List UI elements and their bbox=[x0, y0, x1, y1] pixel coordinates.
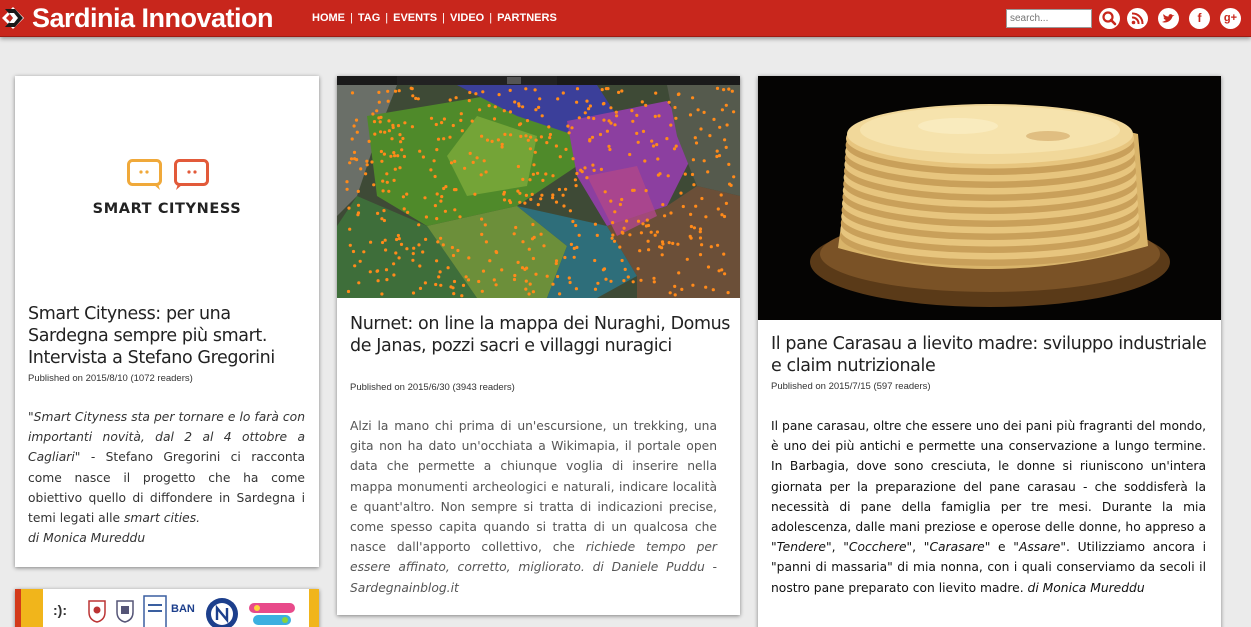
rss-icon[interactable] bbox=[1127, 8, 1148, 29]
smart-cityness-logo-text: SMART CITYNESS bbox=[92, 201, 242, 217]
partner-logo-book-icon[interactable] bbox=[143, 595, 167, 627]
partner-logo-crest-icon[interactable] bbox=[87, 599, 107, 623]
site-title[interactable]: Sardinia Innovation bbox=[32, 3, 274, 34]
banner-stripe bbox=[21, 589, 43, 627]
excerpt-text: Alzi la mano chi prima di un'escursione,… bbox=[350, 419, 717, 555]
facebook-icon[interactable]: f bbox=[1189, 8, 1210, 29]
nav-home[interactable]: HOME bbox=[312, 12, 345, 24]
google-plus-icon[interactable]: g+ bbox=[1220, 8, 1241, 29]
nuraghi-map-image[interactable] bbox=[337, 76, 740, 298]
banner-stripe bbox=[309, 589, 319, 627]
term-cocchere: Cocchere bbox=[848, 540, 907, 555]
partner-logo-smile[interactable]: :): bbox=[53, 597, 67, 627]
article-title[interactable]: Nurnet: on line la mappa dei Nuraghi, Do… bbox=[350, 313, 730, 357]
excerpt-emphasis: smart cities. bbox=[124, 511, 201, 526]
search-icon[interactable] bbox=[1099, 8, 1120, 29]
article-card-nurnet[interactable]: Nurnet: on line la mappa dei Nuraghi, Do… bbox=[337, 76, 740, 615]
main-nav: HOME | TAG | EVENTS | VIDEO | PARTNERS bbox=[312, 12, 557, 24]
logo-icon[interactable] bbox=[2, 7, 24, 29]
smart-cityness-logo-icon bbox=[127, 159, 209, 190]
top-navigation-bar: Sardinia Innovation HOME | TAG | EVENTS | V… bbox=[0, 0, 1251, 37]
search-input[interactable] bbox=[1006, 9, 1092, 28]
body-text: Il pane carasau, oltre che essere uno de… bbox=[771, 419, 1206, 555]
partner-logo-ban[interactable]: BAN bbox=[171, 603, 195, 627]
nav-video[interactable]: VIDEO bbox=[450, 12, 484, 24]
article-author: di Monica Mureddu bbox=[28, 531, 146, 546]
article-title[interactable]: Il pane Carasau a lievito madre: svilupp… bbox=[771, 333, 1211, 377]
partner-logo-circle-icon[interactable] bbox=[205, 597, 239, 627]
nav-tag[interactable]: TAG bbox=[358, 12, 380, 24]
article-author: di Monica Mureddu bbox=[1027, 580, 1145, 595]
term-carasare: Carasare bbox=[929, 540, 985, 555]
article-excerpt: Alzi la mano chi prima di un'escursione,… bbox=[350, 416, 717, 598]
article-body: Il pane carasau, oltre che essere uno de… bbox=[771, 419, 1206, 595]
article-card-pane-carasau[interactable]: Il pane Carasau a lievito madre: svilupp… bbox=[758, 76, 1221, 627]
twitter-icon[interactable] bbox=[1158, 8, 1179, 29]
article-meta: Published on 2015/6/30 (3943 readers) bbox=[350, 382, 515, 393]
article-meta: Published on 2015/8/10 (1072 readers) bbox=[28, 373, 193, 384]
nav-partners[interactable]: PARTNERS bbox=[497, 12, 557, 24]
article-meta: Published on 2015/7/15 (597 readers) bbox=[771, 381, 931, 392]
carasau-bread-image[interactable] bbox=[758, 76, 1221, 320]
term-assare: Assare bbox=[1018, 540, 1061, 555]
nav-events[interactable]: EVENTS bbox=[393, 12, 437, 24]
article-card-smart-cityness[interactable]: SMART CITYNESS Smart Cityness: per una S… bbox=[15, 76, 319, 567]
partner-logo-colorful-icon[interactable] bbox=[247, 599, 297, 627]
article-excerpt: "Smart Cityness sta per tornare e lo far… bbox=[28, 407, 305, 548]
article-title[interactable]: Smart Cityness: per una Sardegna sempre … bbox=[28, 303, 313, 369]
term-tendere: Tendere bbox=[776, 540, 826, 555]
partner-logo-crest-icon[interactable] bbox=[115, 599, 135, 623]
partners-banner[interactable]: :): BAN bbox=[15, 589, 319, 627]
